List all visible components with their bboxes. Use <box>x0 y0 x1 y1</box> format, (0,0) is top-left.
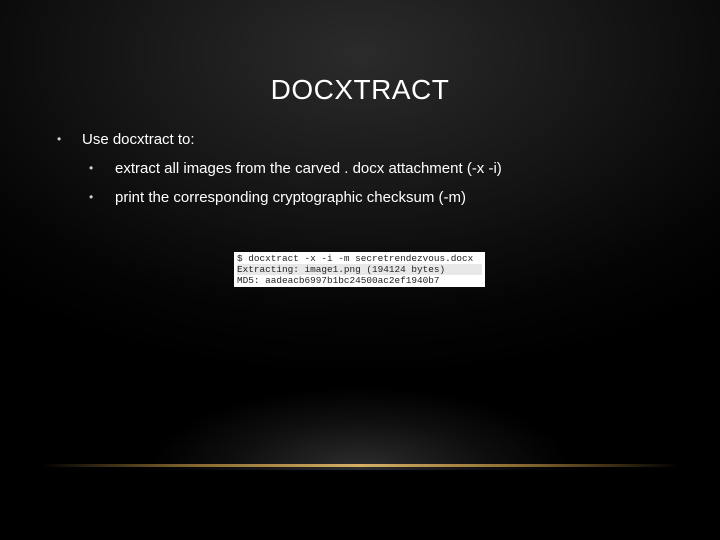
sub-bullet-print-checksum: print the corresponding cryptographic ch… <box>115 189 466 206</box>
sub-bullet-extract-images: extract all images from the carved . doc… <box>115 160 502 177</box>
terminal-command-line: $ docxtract -x -i -m secretrendezvous.do… <box>237 253 474 264</box>
slide-title: DOCXTRACT <box>270 74 450 105</box>
bullet-main: Use docxtract to: <box>82 131 195 148</box>
sub-bullet-marker: • <box>89 161 94 175</box>
terminal-checksum-line: MD5: aadeacb6997b1bc24500ac2ef1940b7 <box>237 275 440 286</box>
terminal-output-line: Extracting: image1.png (194124 bytes) <box>237 264 482 275</box>
slide: DOCXTRACT • Use docxtract to: • extract … <box>0 0 720 540</box>
terminal-screenshot: $ docxtract -x -i -m secretrendezvous.do… <box>234 252 485 287</box>
sub-bullet-marker: • <box>89 190 94 204</box>
floor-spotlight <box>80 360 640 470</box>
floor-line <box>40 464 680 467</box>
bullet-marker: • <box>57 132 62 146</box>
